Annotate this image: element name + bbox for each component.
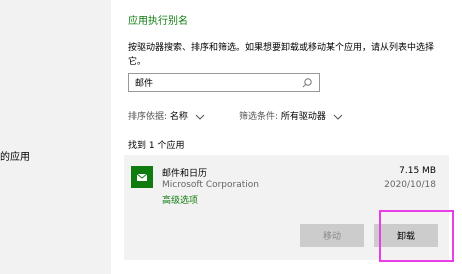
- envelope-icon: [136, 173, 148, 181]
- main-panel: 应用执行别名 按驱动器搜索、排序和筛选。如果想要卸载或移动某个应用，请从列表中选…: [111, 0, 462, 274]
- search-box[interactable]: [128, 73, 320, 92]
- results-count: 找到 1 个应用: [128, 141, 185, 151]
- app-size: 7.15 MB: [399, 166, 436, 176]
- filter-label: 筛选条件:: [239, 112, 279, 122]
- chevron-down-icon: [195, 114, 205, 120]
- left-sidebar: 的应用: [0, 0, 111, 274]
- app-execution-alias-link[interactable]: 应用执行别名: [128, 12, 188, 27]
- app-publisher: Microsoft Corporation: [162, 180, 259, 190]
- move-button[interactable]: 移动: [300, 224, 364, 247]
- description-text: 按驱动器搜索、排序和筛选。如果想要卸载或移动某个应用，请从列表中选择它。: [128, 43, 435, 67]
- uninstall-button[interactable]: 卸载: [374, 224, 438, 247]
- sidebar-item-apps[interactable]: 的应用: [0, 148, 30, 163]
- filter-row: 排序依据: 名称 筛选条件: 所有驱动器: [128, 109, 343, 122]
- chevron-down-icon: [333, 114, 343, 120]
- mail-app-icon: [131, 166, 153, 188]
- app-list-item[interactable]: 邮件和日历 Microsoft Corporation 高级选项 7.15 MB…: [124, 155, 454, 262]
- search-icon[interactable]: [301, 77, 313, 89]
- app-name: 邮件和日历: [162, 169, 208, 179]
- filter-value: 所有驱动器: [280, 112, 326, 122]
- search-input[interactable]: [135, 76, 295, 89]
- advanced-options-link[interactable]: 高级选项: [162, 193, 198, 206]
- sort-dropdown[interactable]: 排序依据: 名称: [128, 112, 205, 122]
- app-date: 2020/10/18: [384, 180, 436, 190]
- sort-label: 排序依据:: [128, 112, 168, 122]
- filter-dropdown[interactable]: 筛选条件: 所有驱动器: [239, 109, 343, 122]
- sort-value: 名称: [169, 112, 188, 122]
